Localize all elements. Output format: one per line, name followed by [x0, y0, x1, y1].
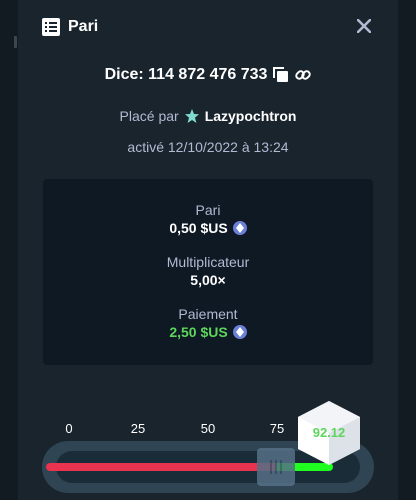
pari-value: 0,50 $US	[169, 220, 228, 236]
modal-header: Pari	[18, 0, 398, 56]
slider-tick-75: 75	[269, 421, 285, 436]
slider-tick-50: 50	[200, 421, 216, 436]
slider-tick-25: 25	[130, 421, 146, 436]
activated-date: activé 12/10/2022 à 13:24	[127, 139, 289, 155]
backdrop-right	[398, 0, 416, 500]
dice-slider: 0 25 50 75 92.12	[18, 400, 398, 500]
placed-by-label: Placé par	[119, 108, 179, 124]
close-icon[interactable]	[354, 16, 374, 36]
backdrop-mark	[14, 36, 17, 48]
currency-coin-icon	[232, 221, 247, 235]
slider-tick-0: 0	[65, 421, 73, 436]
bet-id-row: Dice: 114 872 476 733	[18, 64, 398, 86]
stat-pari: Pari 0,50 $US	[43, 201, 373, 238]
bet-id: Dice: 114 872 476 733	[104, 66, 268, 83]
payout-value-row: 2,50 $US	[169, 323, 247, 341]
slider-loss-range	[46, 463, 276, 471]
placed-by-row: Placé par Lazypochtron	[18, 106, 398, 126]
bet-modal: Pari Dice: 114 872 476 733 Placé par Laz…	[18, 0, 398, 500]
multiplier-value-row: 5,00×	[190, 271, 225, 289]
username-link[interactable]: Lazypochtron	[205, 108, 297, 124]
result-value: 92.12	[312, 425, 346, 440]
multiplier-label: Multiplicateur	[166, 254, 250, 270]
result-dice: 92.12	[296, 400, 362, 466]
payout-value: 2,50 $US	[169, 324, 228, 340]
bet-slip-icon	[42, 18, 60, 36]
copy-icon[interactable]	[273, 67, 289, 83]
pari-label: Pari	[195, 202, 221, 218]
stat-payout: Paiement 2,50 $US	[43, 305, 373, 342]
bet-details-card: Pari 0,50 $US Multiplicateur 5,00× Paiem…	[43, 179, 373, 365]
payout-label: Paiement	[178, 306, 238, 322]
slider-handle[interactable]	[256, 448, 295, 486]
link-icon[interactable]	[295, 67, 312, 83]
currency-coin-icon	[232, 325, 247, 339]
backdrop-left	[0, 0, 18, 500]
stat-multiplier: Multiplicateur 5,00×	[43, 253, 373, 290]
multiplier-value: 5,00×	[190, 272, 226, 288]
vip-star-icon	[184, 108, 200, 124]
modal-title: Pari	[68, 18, 99, 35]
pari-value-row: 0,50 $US	[169, 219, 247, 237]
